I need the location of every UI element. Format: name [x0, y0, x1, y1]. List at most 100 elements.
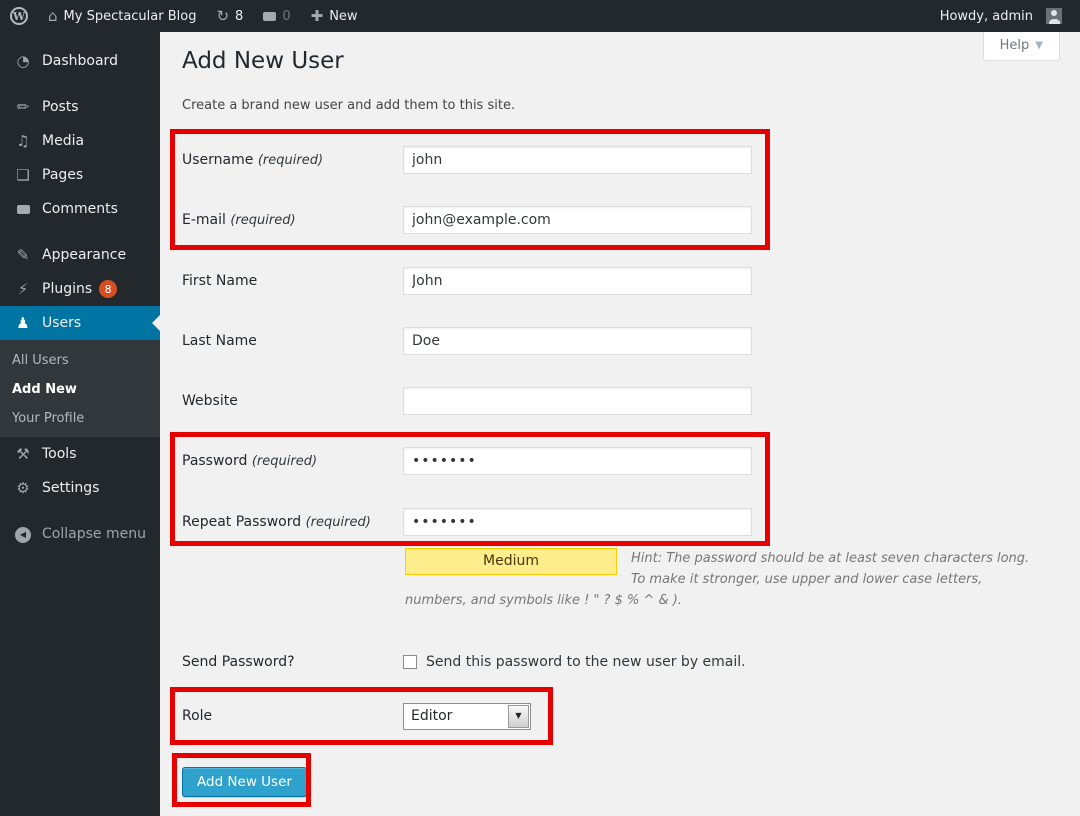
first-name-label: First Name: [182, 273, 403, 289]
comments-count: 0: [282, 9, 290, 24]
sidebar-item-label: Posts: [42, 99, 79, 115]
admin-bar: W ⌂ My Spectacular Blog ↻ 8 0 ✚ New Howd…: [0, 0, 1080, 32]
sidebar-item-users[interactable]: ♟ Users: [0, 306, 160, 340]
tools-icon: ⚒: [10, 447, 36, 462]
password-input[interactable]: [403, 447, 752, 475]
submenu-item-add-new[interactable]: Add New: [0, 375, 160, 404]
role-select[interactable]: Editor ▼: [403, 703, 531, 730]
admin-sidebar: ◔ Dashboard ✏ Posts ♫ Media ❏ Pages Comm…: [0, 32, 160, 816]
home-icon: ⌂: [48, 9, 58, 24]
add-new-user-button[interactable]: Add New User: [182, 767, 307, 797]
role-selected-value: Editor: [404, 708, 508, 724]
updates-icon: ↻: [216, 9, 229, 24]
page-subtitle: Create a brand new user and add them to …: [182, 98, 515, 113]
dashboard-icon: ◔: [10, 54, 36, 69]
plugins-icon: ⚡: [10, 282, 36, 297]
form-row-first-name: First Name: [182, 267, 752, 295]
sidebar-item-plugins[interactable]: ⚡ Plugins 8: [0, 272, 160, 306]
updates-count: 8: [235, 9, 243, 24]
posts-icon: ✏: [10, 100, 36, 115]
site-name-link[interactable]: ⌂ My Spectacular Blog: [38, 0, 206, 32]
repeat-password-input[interactable]: [403, 508, 752, 536]
submenu-item-your-profile[interactable]: Your Profile: [0, 404, 160, 433]
new-content-button[interactable]: ✚ New: [301, 0, 368, 32]
wordpress-menu-button[interactable]: W: [0, 0, 38, 32]
comments-bubble-icon: [263, 12, 276, 21]
send-password-checkbox[interactable]: [403, 655, 417, 669]
howdy-label: Howdy, admin: [940, 9, 1033, 24]
new-label: New: [329, 9, 357, 24]
select-dropdown-button[interactable]: ▼: [508, 705, 529, 728]
email-field[interactable]: [403, 206, 752, 234]
settings-icon: ⚙: [10, 481, 36, 496]
sidebar-item-tools[interactable]: ⚒ Tools: [0, 437, 160, 471]
username-input[interactable]: [403, 146, 752, 174]
plus-icon: ✚: [311, 9, 324, 24]
form-row-last-name: Last Name: [182, 327, 752, 355]
wordpress-logo-icon: W: [10, 7, 28, 25]
send-password-label: Send Password?: [182, 654, 403, 670]
sidebar-item-media[interactable]: ♫ Media: [0, 124, 160, 158]
help-label: Help: [1000, 38, 1030, 53]
sidebar-item-dashboard[interactable]: ◔ Dashboard: [0, 44, 160, 78]
sidebar-item-label: Users: [42, 315, 81, 331]
password-label: Password (required): [182, 453, 403, 469]
sidebar-item-label: Media: [42, 133, 84, 149]
send-password-checkbox-label: Send this password to the new user by em…: [426, 654, 746, 670]
password-strength-area: Medium Hint: The password should be at l…: [405, 548, 1037, 611]
sidebar-item-label: Collapse menu: [42, 526, 146, 542]
form-row-role: Role Editor ▼: [182, 702, 531, 730]
website-label: Website: [182, 393, 403, 409]
sidebar-item-label: Pages: [42, 167, 83, 183]
role-label: Role: [182, 708, 403, 724]
form-row-username: Username (required): [182, 146, 752, 174]
sidebar-item-label: Comments: [42, 201, 118, 217]
menu-separator: [0, 505, 160, 517]
sidebar-item-appearance[interactable]: ✎ Appearance: [0, 238, 160, 272]
sidebar-item-label: Settings: [42, 480, 99, 496]
first-name-input[interactable]: [403, 267, 752, 295]
caret-down-icon: ▼: [515, 712, 521, 720]
last-name-input[interactable]: [403, 327, 752, 355]
avatar: [1046, 8, 1062, 24]
comments-link[interactable]: 0: [253, 0, 300, 32]
sidebar-item-label: Dashboard: [42, 53, 118, 69]
sidebar-item-comments[interactable]: Comments: [0, 192, 160, 226]
plugins-update-badge: 8: [99, 280, 117, 298]
sidebar-item-label: Plugins: [42, 281, 92, 297]
menu-separator: [0, 226, 160, 238]
username-label: Username (required): [182, 152, 403, 168]
help-button[interactable]: Help ▼: [983, 32, 1060, 61]
menu-separator: [0, 78, 160, 90]
sidebar-item-label: Appearance: [42, 247, 126, 263]
repeat-password-label: Repeat Password (required): [182, 514, 403, 530]
sidebar-item-collapse-menu[interactable]: ◀ Collapse menu: [0, 517, 160, 551]
chevron-down-icon: ▼: [1035, 40, 1043, 51]
last-name-label: Last Name: [182, 333, 403, 349]
website-input[interactable]: [403, 387, 752, 415]
users-submenu: All Users Add New Your Profile: [0, 340, 160, 437]
main-content: Help ▼ Add New User Create a brand new u…: [160, 32, 1080, 816]
form-row-website: Website: [182, 387, 752, 415]
form-row-repeat-password: Repeat Password (required): [182, 508, 752, 536]
sidebar-item-posts[interactable]: ✏ Posts: [0, 90, 160, 124]
collapse-icon: ◀: [10, 525, 36, 543]
sidebar-item-pages[interactable]: ❏ Pages: [0, 158, 160, 192]
sidebar-item-settings[interactable]: ⚙ Settings: [0, 471, 160, 505]
password-strength-meter: Medium: [405, 548, 617, 575]
submenu-item-all-users[interactable]: All Users: [0, 346, 160, 375]
users-icon: ♟: [10, 316, 36, 331]
site-name-label: My Spectacular Blog: [64, 9, 197, 24]
updates-link[interactable]: ↻ 8: [206, 0, 253, 32]
form-row-email: E-mail (required): [182, 206, 752, 234]
appearance-icon: ✎: [10, 248, 36, 263]
account-menu[interactable]: Howdy, admin: [930, 0, 1072, 32]
page-title: Add New User: [182, 46, 344, 76]
media-icon: ♫: [10, 134, 36, 149]
form-row-send-password: Send Password? Send this password to the…: [182, 648, 746, 676]
email-label: E-mail (required): [182, 212, 403, 228]
sidebar-item-label: Tools: [42, 446, 77, 462]
form-row-password: Password (required): [182, 447, 752, 475]
comments-icon: [10, 202, 36, 217]
pages-icon: ❏: [10, 168, 36, 183]
